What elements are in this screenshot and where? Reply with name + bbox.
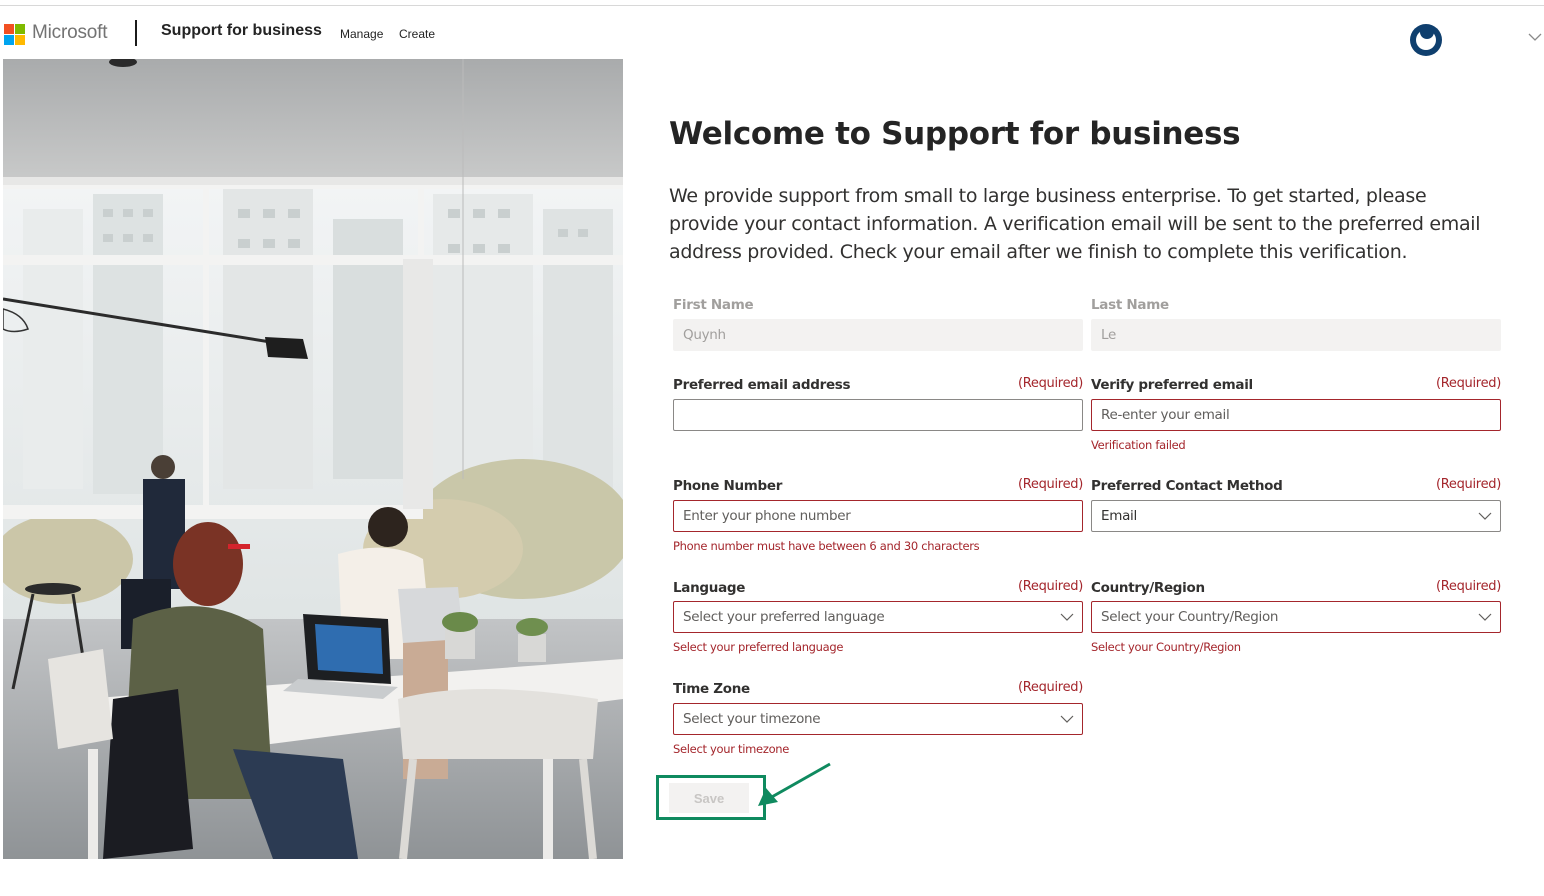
hero-image: [3, 59, 623, 859]
phone-input[interactable]: Enter your phone number: [673, 500, 1083, 532]
microsoft-logo-icon[interactable]: [4, 24, 26, 46]
chevron-down-icon: [1478, 613, 1492, 621]
language-dropdown[interactable]: Select your preferred language: [673, 601, 1083, 633]
timezone-label: Time Zone: [673, 681, 750, 697]
verify-email-error: Verification failed: [1091, 438, 1186, 452]
contact-method-dropdown[interactable]: Email: [1091, 500, 1501, 532]
verify-email-label: Verify preferred email: [1091, 377, 1253, 393]
timezone-placeholder: Select your timezone: [683, 711, 821, 727]
contact-method-value: Email: [1101, 508, 1137, 524]
required-indicator: (Required): [1435, 579, 1501, 594]
chevron-down-icon: [1060, 715, 1074, 723]
country-dropdown[interactable]: Select your Country/Region: [1091, 601, 1501, 633]
phone-field: Phone Number (Required) Enter your phone…: [673, 477, 1083, 553]
header-divider: [135, 20, 137, 46]
annotation-arrow-icon: [758, 762, 831, 806]
phone-error: Phone number must have between 6 and 30 …: [673, 539, 980, 553]
country-label: Country/Region: [1091, 580, 1205, 596]
required-indicator: (Required): [1435, 477, 1501, 492]
language-error: Select your preferred language: [673, 640, 844, 654]
last-name-field: Last Name Le: [1091, 296, 1501, 351]
brand-name[interactable]: Microsoft: [32, 22, 107, 44]
first-name-field: First Name Quynh: [673, 296, 1083, 351]
last-name-label: Last Name: [1091, 297, 1169, 313]
top-header: Microsoft Support for business Manage Cr…: [0, 8, 1544, 58]
language-label: Language: [673, 580, 746, 596]
required-indicator: (Required): [1435, 376, 1501, 391]
required-indicator: (Required): [1017, 477, 1083, 492]
chevron-down-icon[interactable]: [1528, 32, 1542, 42]
timezone-field: Time Zone (Required) Select your timezon…: [673, 680, 1083, 756]
verify-email-input[interactable]: Re-enter your email: [1091, 399, 1501, 431]
intro-text: We provide support from small to large b…: [669, 185, 1481, 263]
browser-top-edge: [0, 0, 1544, 6]
user-avatar-icon[interactable]: [1410, 24, 1442, 56]
timezone-error: Select your timezone: [673, 742, 790, 756]
first-name-label: First Name: [673, 297, 754, 313]
language-field: Language (Required) Select your preferre…: [673, 579, 1083, 654]
first-name-input[interactable]: Quynh: [673, 319, 1083, 351]
nav-manage[interactable]: Manage: [340, 27, 383, 41]
app-title[interactable]: Support for business: [161, 22, 322, 40]
preferred-email-input[interactable]: [673, 399, 1083, 431]
chevron-down-icon: [1060, 613, 1074, 621]
phone-label: Phone Number: [673, 478, 783, 494]
country-placeholder: Select your Country/Region: [1101, 609, 1279, 625]
save-button[interactable]: Save: [669, 783, 749, 813]
preferred-email-label: Preferred email address: [673, 377, 851, 393]
chevron-down-icon: [1478, 512, 1492, 520]
contact-method-label: Preferred Contact Method: [1091, 478, 1283, 494]
last-name-input[interactable]: Le: [1091, 319, 1501, 351]
verify-email-field: Verify preferred email (Required) Re-ent…: [1091, 376, 1501, 452]
language-placeholder: Select your preferred language: [683, 609, 885, 625]
country-error: Select your Country/Region: [1091, 640, 1241, 654]
country-field: Country/Region (Required) Select your Co…: [1091, 579, 1501, 654]
preferred-email-field: Preferred email address (Required): [673, 376, 1083, 431]
required-indicator: (Required): [1017, 579, 1083, 594]
contact-method-field: Preferred Contact Method (Required) Emai…: [1091, 477, 1501, 532]
page-title: Welcome to Support for business: [669, 116, 1241, 152]
nav-create[interactable]: Create: [399, 27, 435, 41]
timezone-dropdown[interactable]: Select your timezone: [673, 703, 1083, 735]
required-indicator: (Required): [1017, 376, 1083, 391]
required-indicator: (Required): [1017, 680, 1083, 695]
